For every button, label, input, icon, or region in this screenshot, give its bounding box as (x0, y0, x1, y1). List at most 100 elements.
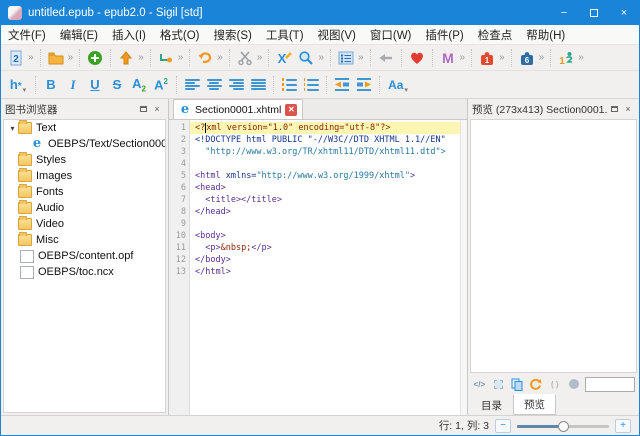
italic-button[interactable]: I (62, 74, 84, 96)
menu-tools[interactable]: 工具(T) (259, 25, 311, 44)
editor-scrollbar[interactable] (460, 120, 467, 415)
zoom-slider[interactable] (517, 419, 609, 433)
subscript-button[interactable]: A2 (128, 74, 150, 96)
slider-handle[interactable] (558, 421, 569, 432)
overflow-chevron[interactable]: » (216, 52, 224, 63)
menu-checkpoints[interactable]: 检查点 (471, 25, 520, 44)
menu-format[interactable]: 格式(O) (153, 25, 207, 44)
code-line[interactable]: 10<body> (169, 230, 460, 242)
index-editor-button[interactable]: 1 (555, 47, 577, 69)
code-line[interactable]: 9 (169, 218, 460, 230)
align-left-button[interactable] (181, 74, 203, 96)
code-line[interactable]: 12</body> (169, 254, 460, 266)
plugin-6-button[interactable]: 6 (516, 47, 538, 69)
bullet-list-button[interactable] (278, 74, 300, 96)
mathml-button[interactable]: M (437, 47, 459, 69)
align-right-button[interactable] (225, 74, 247, 96)
tree-item-styles-folder[interactable]: Styles (4, 152, 165, 168)
tab-toc[interactable]: 目录 (470, 395, 513, 415)
donate-button[interactable] (406, 47, 428, 69)
menu-window[interactable]: 窗口(W) (363, 25, 419, 44)
inspect-button[interactable] (491, 377, 506, 392)
code-editor[interactable]: 1<?xml version="1.0" encoding="utf-8"?>2… (169, 120, 467, 415)
spellcheck-button[interactable]: X (273, 47, 295, 69)
tree-item-fonts-folder[interactable]: Fonts (4, 184, 165, 200)
menu-view[interactable]: 视图(V) (311, 25, 363, 44)
close-panel-button[interactable]: × (150, 102, 164, 116)
zoom-out-button[interactable]: − (495, 419, 511, 433)
strikethrough-button[interactable]: S (106, 74, 128, 96)
overflow-chevron[interactable]: » (137, 52, 145, 63)
tree-item-audio-folder[interactable]: Audio (4, 200, 165, 216)
code-line[interactable]: 1<?xml version="1.0" encoding="utf-8"?> (169, 122, 460, 134)
overflow-chevron[interactable]: » (459, 52, 467, 63)
overflow-chevron[interactable]: » (498, 52, 506, 63)
tree-item-toc-ncx[interactable]: OEBPS/toc.ncx (4, 264, 165, 280)
menu-help[interactable]: 帮助(H) (519, 25, 572, 44)
float-panel-button[interactable] (136, 102, 150, 116)
close-panel-button[interactable]: × (621, 102, 635, 116)
overflow-chevron[interactable]: » (538, 52, 546, 63)
menu-file[interactable]: 文件(F) (1, 25, 53, 44)
close-button[interactable]: × (609, 1, 639, 25)
refresh-button[interactable] (528, 377, 543, 392)
minimize-button[interactable]: − (549, 1, 579, 25)
overflow-chevron[interactable]: » (67, 52, 75, 63)
code-line[interactable]: 13</html> (169, 266, 460, 278)
align-center-button[interactable] (203, 74, 225, 96)
find-replace-button[interactable] (295, 47, 317, 69)
copy-button[interactable] (510, 377, 525, 392)
overflow-chevron[interactable]: » (177, 52, 185, 63)
split-at-cursor-button[interactable] (155, 47, 177, 69)
code-line[interactable]: 2<!DOCTYPE html PUBLIC "-//W3C//DTD XHTM… (169, 134, 460, 146)
tab-section0001[interactable]: e Section0001.xhtml ✕ (173, 99, 303, 119)
tree-item-video-folder[interactable]: Video (4, 216, 165, 232)
code-line[interactable]: 5<html xmlns="http://www.w3.org/1999/xht… (169, 170, 460, 182)
view-source-button[interactable]: </> (472, 377, 487, 392)
tree-item-images-folder[interactable]: Images (4, 168, 165, 184)
save-button[interactable] (115, 47, 137, 69)
menu-search[interactable]: 搜索(S) (207, 25, 259, 44)
code-line[interactable]: 7 <title></title> (169, 194, 460, 206)
overflow-chevron[interactable]: » (317, 52, 325, 63)
tree-item-section0001[interactable]: e OEBPS/Text/Section0001.xhtml (4, 136, 165, 152)
browser-button[interactable] (566, 377, 581, 392)
underline-button[interactable]: U (84, 74, 106, 96)
tree-item-misc-folder[interactable]: Misc (4, 232, 165, 248)
preview-filter-input[interactable] (585, 377, 635, 392)
undo-button[interactable] (194, 47, 216, 69)
heading-dropdown-button[interactable]: h* ▾ (5, 74, 31, 96)
code-line[interactable]: 6<head> (169, 182, 460, 194)
plugin-1-button[interactable]: 1 (476, 47, 498, 69)
open-button[interactable] (45, 47, 67, 69)
overflow-chevron[interactable]: » (27, 52, 35, 63)
code-line[interactable]: 3 "http://www.w3.org/TR/xhtml11/DTD/xhtm… (169, 146, 460, 158)
overflow-chevron[interactable]: » (256, 52, 264, 63)
menu-plugins[interactable]: 插件(P) (418, 25, 470, 44)
expand-arrow-icon[interactable]: ▾ (7, 124, 18, 133)
float-panel-button[interactable] (607, 102, 621, 116)
menu-edit[interactable]: 编辑(E) (53, 25, 105, 44)
tab-close-button[interactable]: ✕ (285, 104, 297, 116)
align-justify-button[interactable] (247, 74, 269, 96)
outdent-button[interactable] (331, 74, 353, 96)
cut-button[interactable] (234, 47, 256, 69)
back-button[interactable] (375, 47, 397, 69)
tree-item-text-folder[interactable]: ▾ Text (4, 120, 165, 136)
superscript-button[interactable]: A2 (150, 74, 172, 96)
tree-item-content-opf[interactable]: OEBPS/content.opf (4, 248, 165, 264)
indent-button[interactable] (353, 74, 375, 96)
maximize-button[interactable] (579, 1, 609, 25)
add-existing-files-button[interactable] (84, 47, 106, 69)
zoom-in-button[interactable]: + (615, 419, 631, 433)
overflow-chevron[interactable]: » (357, 52, 365, 63)
code-line[interactable]: 4 (169, 158, 460, 170)
toc-button[interactable] (335, 47, 357, 69)
tab-preview[interactable]: 预览 (513, 394, 556, 415)
link-button[interactable]: ( ) (547, 377, 562, 392)
numbered-list-button[interactable] (300, 74, 322, 96)
new-epub2-button[interactable]: 2 (5, 47, 27, 69)
code-line[interactable]: 8</head> (169, 206, 460, 218)
menu-insert[interactable]: 插入(I) (105, 25, 153, 44)
bold-button[interactable]: B (40, 74, 62, 96)
